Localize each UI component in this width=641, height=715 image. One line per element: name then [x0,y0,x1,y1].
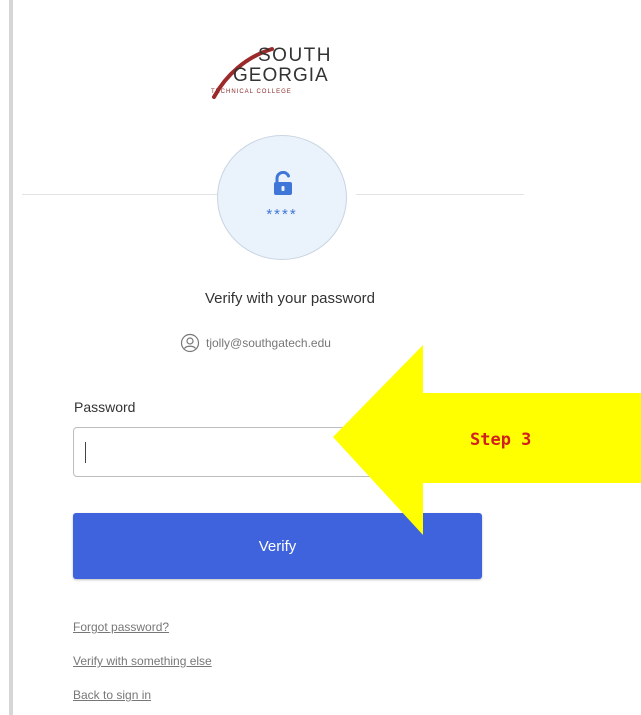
identity-display: tjolly@southgatech.edu [180,333,331,353]
step-annotation-label: Step 3 [470,430,532,450]
header-divider-right [356,194,524,195]
password-mask-stars: **** [266,206,298,223]
college-logo: SOUTH GEORGIA TECHNICAL COLLEGE [206,45,351,105]
back-to-sign-in-link[interactable]: Back to sign in [73,688,151,702]
password-factor-badge: **** [217,135,347,260]
password-label: Password [74,399,136,415]
page-title: Verify with your password [204,290,376,307]
logo-line-georgia: GEORGIA [233,65,329,86]
left-edge-rule [9,0,13,715]
text-cursor [85,442,86,463]
forgot-password-link[interactable]: Forgot password? [73,620,169,634]
identity-username: tjolly@southgatech.edu [206,336,331,350]
header-divider-left [22,194,218,195]
padlock-icon [274,171,292,195]
logo-line-south: SOUTH [258,45,332,66]
logo-line-technical-college: TECHNICAL COLLEGE [211,89,292,95]
user-circle-icon [180,333,200,353]
verify-with-something-else-link[interactable]: Verify with something else [73,654,212,668]
